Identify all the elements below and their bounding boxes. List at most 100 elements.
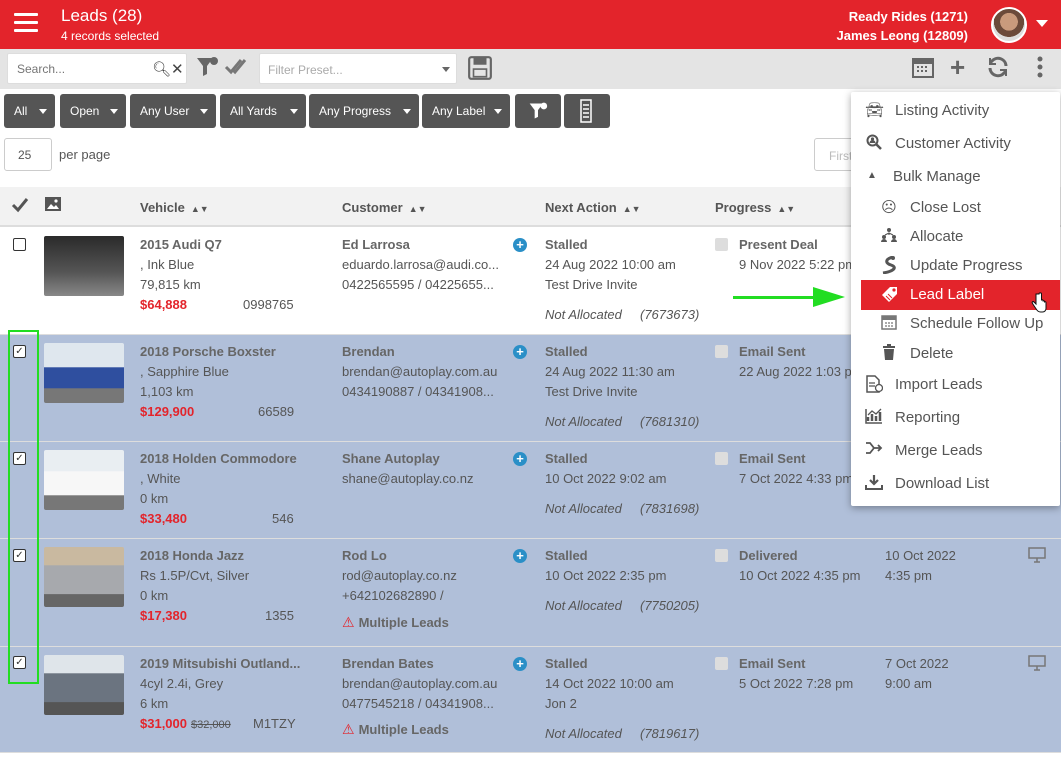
progress-status: Present Deal: [739, 237, 818, 252]
customer-email[interactable]: eduardo.larrosa@audi.co...: [342, 255, 499, 275]
menu-item-lead-label[interactable]: Lead Label: [861, 280, 1060, 313]
account-info[interactable]: Ready Rides (1271) James Leong (12809): [836, 7, 968, 45]
calendar-icon[interactable]: [911, 55, 935, 85]
avatar[interactable]: [991, 7, 1027, 43]
progress-checkbox[interactable]: [715, 657, 728, 670]
add-icon[interactable]: +: [950, 52, 965, 83]
monitor-icon[interactable]: [1028, 547, 1046, 567]
menu-item-close-lost[interactable]: ☹ Close Lost: [851, 193, 1060, 223]
menu-item-bulk-manage[interactable]: ▲ Bulk Manage: [851, 162, 1060, 192]
menu-item-listing-activity[interactable]: 🚘︎ Listing Activity: [851, 96, 1060, 126]
menu-item-label: Customer Activity: [895, 135, 1011, 152]
customer-email[interactable]: shane@autoplay.co.nz: [342, 469, 474, 489]
allocation: Not Allocated: [545, 598, 622, 613]
check-all-icon[interactable]: [224, 55, 248, 85]
row-checkbox[interactable]: [13, 238, 26, 251]
search-icon[interactable]: 🔍︎: [152, 60, 171, 78]
label-filter[interactable]: Any Label: [422, 94, 510, 128]
user-menu-caret-icon[interactable]: [1036, 20, 1048, 27]
menu-item-merge-leads[interactable]: Merge Leads: [851, 436, 1060, 466]
monitor-icon[interactable]: [1028, 655, 1046, 675]
vehicle-price: $33,480: [140, 511, 187, 526]
menu-item-label: Lead Label: [910, 286, 985, 303]
multiple-leads-warning[interactable]: ⚠ Multiple Leads: [342, 719, 449, 740]
user-filter[interactable]: Any User: [130, 94, 216, 128]
hamburger-menu-icon[interactable]: [14, 13, 38, 33]
vehicle-title[interactable]: 2018 Honda Jazz: [140, 546, 244, 566]
menu-item-allocate[interactable]: Allocate: [851, 222, 1060, 252]
multiple-leads-warning[interactable]: ⚠ Multiple Leads: [342, 612, 449, 633]
menu-item-customer-activity[interactable]: Customer Activity: [851, 129, 1060, 159]
add-action-icon[interactable]: +: [513, 345, 527, 359]
customer-email[interactable]: rod@autoplay.co.nz: [342, 566, 457, 586]
column-vehicle[interactable]: Vehicle ▲▼: [140, 200, 209, 215]
column-customer-label: Customer: [342, 200, 403, 215]
import-file-icon: [865, 375, 884, 397]
more-vertical-icon[interactable]: [1036, 55, 1044, 85]
select-all-check-icon[interactable]: [11, 197, 29, 216]
column-customer[interactable]: Customer ▲▼: [342, 200, 427, 215]
warning-icon: ⚠: [342, 721, 355, 737]
filter-preset-select[interactable]: Filter Preset...: [259, 53, 457, 84]
menu-item-update-progress[interactable]: Update Progress: [851, 251, 1060, 281]
progress-checkbox[interactable]: [715, 238, 728, 251]
menu-item-schedule-follow-up[interactable]: Schedule Follow Up: [851, 309, 1060, 339]
vehicle-thumbnail[interactable]: [44, 343, 124, 403]
yard-filter-label: All Yards: [230, 104, 277, 118]
per-page-input[interactable]: 25: [4, 138, 52, 171]
add-action-icon[interactable]: +: [513, 238, 527, 252]
progress-filter-label: Any Progress: [319, 104, 392, 118]
menu-item-delete[interactable]: Delete: [851, 339, 1060, 369]
column-next-action[interactable]: Next Action ▲▼: [545, 200, 641, 215]
menu-item-reporting[interactable]: Reporting: [851, 403, 1060, 433]
progress-checkbox[interactable]: [715, 452, 728, 465]
clear-filter-button[interactable]: [515, 94, 561, 128]
customer-name[interactable]: Brendan Bates: [342, 654, 434, 674]
refresh-icon[interactable]: [986, 55, 1010, 85]
search-input[interactable]: [8, 54, 148, 84]
vehicle-thumbnail[interactable]: [44, 547, 124, 607]
action-status: Stalled: [545, 237, 588, 252]
action-date: 10 Oct 2022 2:35 pm: [545, 568, 667, 583]
menu-item-download-list[interactable]: Download List: [851, 469, 1060, 499]
pointer-arrow-line: [733, 296, 815, 299]
progress-filter[interactable]: Any Progress: [309, 94, 419, 128]
column-settings-button[interactable]: [564, 94, 610, 128]
vehicle-title[interactable]: 2015 Audi Q7: [140, 235, 222, 255]
status-filter[interactable]: All: [4, 94, 55, 128]
customer-email[interactable]: brendan@autoplay.com.au: [342, 362, 497, 382]
progress-checkbox[interactable]: [715, 345, 728, 358]
column-progress[interactable]: Progress ▲▼: [715, 200, 795, 215]
stock-number: M1TZY: [253, 716, 296, 731]
progress-checkbox[interactable]: [715, 549, 728, 562]
customer-name[interactable]: Ed Larrosa: [342, 235, 410, 255]
warning-icon: ⚠: [342, 614, 355, 630]
table-row[interactable]: ✓ 2018 Honda Jazz Rs 1.5P/Cvt, Silver 0 …: [0, 539, 1061, 647]
add-action-icon[interactable]: +: [513, 452, 527, 466]
page-title: Leads (28): [61, 6, 143, 25]
vehicle-thumbnail[interactable]: [44, 655, 124, 715]
add-action-icon[interactable]: +: [513, 549, 527, 563]
vehicle-title[interactable]: 2018 Holden Commodore: [140, 449, 297, 469]
customer-name[interactable]: Shane Autoplay: [342, 449, 440, 469]
customer-email[interactable]: brendan@autoplay.com.au: [342, 674, 497, 694]
save-icon[interactable]: [467, 55, 493, 87]
vehicle-thumbnail[interactable]: [44, 236, 124, 296]
vehicle-thumbnail[interactable]: [44, 450, 124, 510]
yard-filter[interactable]: All Yards: [220, 94, 306, 128]
add-action-icon[interactable]: +: [513, 657, 527, 671]
action-detail: Jon 2: [545, 696, 577, 711]
clear-icon[interactable]: ✕: [171, 60, 184, 78]
open-filter[interactable]: Open: [60, 94, 126, 128]
vehicle-title[interactable]: 2019 Mitsubishi Outland...: [140, 654, 300, 674]
menu-item-label: Reporting: [895, 409, 961, 426]
table-row[interactable]: ✓ 2019 Mitsubishi Outland... 4cyl 2.4i, …: [0, 647, 1061, 753]
vehicle-title[interactable]: 2018 Porsche Boxster: [140, 342, 276, 362]
vehicle-km: 1,103 km: [140, 384, 194, 399]
vehicle-color: 4cyl 2.4i, Grey: [140, 676, 224, 691]
customer-name[interactable]: Rod Lo: [342, 546, 387, 566]
customer-name[interactable]: Brendan: [342, 342, 395, 362]
progress-status: Email Sent: [739, 451, 806, 466]
filter-icon[interactable]: [195, 55, 219, 85]
menu-item-import-leads[interactable]: Import Leads: [851, 370, 1060, 400]
